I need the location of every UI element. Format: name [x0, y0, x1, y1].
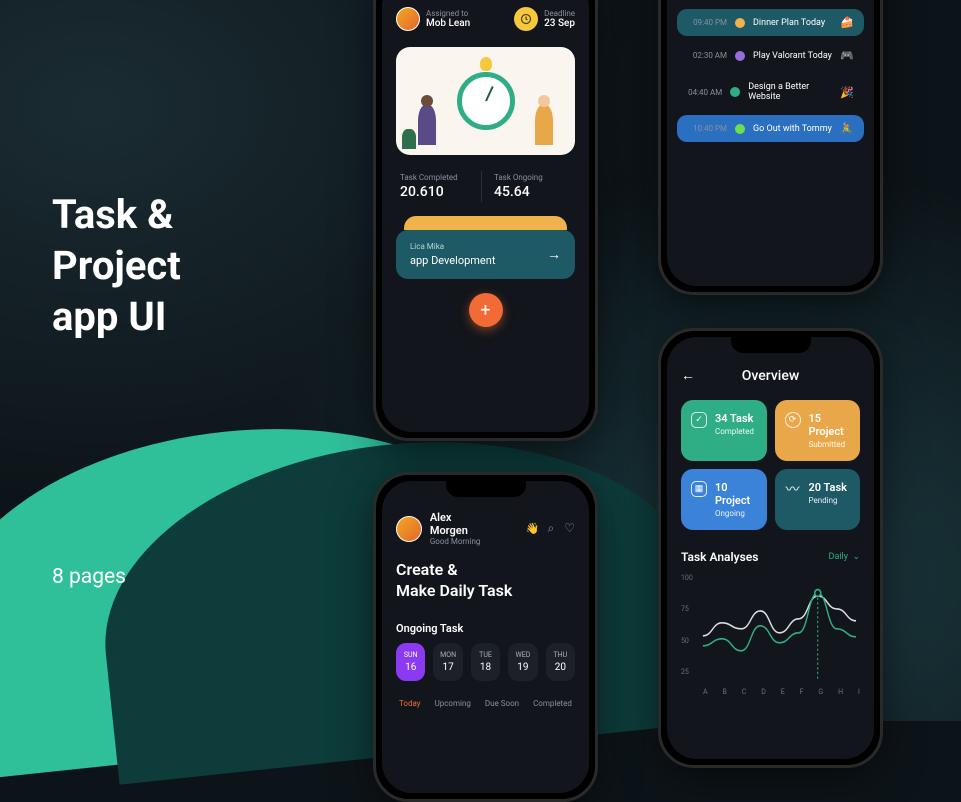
project-card[interactable]: Lica Mika app Development →	[396, 230, 575, 279]
day-number: 18	[473, 662, 498, 673]
search-icon[interactable]: ⌕	[548, 521, 555, 536]
clock-icon	[514, 7, 538, 31]
status-dot-icon	[735, 51, 745, 61]
wave-icon: 👋	[526, 522, 540, 535]
tile-label: Submitted	[809, 440, 851, 449]
phone-task-detail: Assigned to Mob Lean Deadline 23 Sep Tas…	[373, 0, 598, 441]
day-name: THU	[548, 651, 573, 659]
tile-value: 10 Project	[715, 481, 757, 507]
day-name: TUE	[473, 651, 498, 659]
phone-timeline: 11:50 AM ✓ Meetup with Boss 👥02:30 AM Ma…	[658, 0, 883, 295]
timeline-item[interactable]: 10:40 PM Go Out with Tommy 🚴	[677, 115, 864, 142]
timeline-emoji-icon: 🎮	[840, 49, 854, 62]
tab-completed[interactable]: Completed	[533, 699, 572, 708]
add-button[interactable]: +	[469, 293, 503, 327]
greeting: Good Morning	[430, 537, 492, 546]
day-pill[interactable]: THU 20	[546, 643, 575, 681]
tile-icon: ✓	[691, 412, 707, 428]
timeline-item[interactable]: 09:40 PM Dinner Plan Today 🍰	[677, 9, 864, 36]
stat-ongoing-label: Task Ongoing	[494, 173, 571, 182]
status-dot-icon	[735, 18, 745, 28]
day-pill[interactable]: SUN 16	[396, 643, 425, 681]
tab-due-soon[interactable]: Due Soon	[485, 699, 519, 708]
tile-icon: ▦	[691, 481, 707, 497]
overview-tile[interactable]: ✓ 34 Task Completed	[681, 400, 767, 461]
timeline-label: Design a Better Website	[748, 82, 832, 102]
card-back	[404, 216, 567, 230]
timeline-item[interactable]: 02:30 AM Making Creating Idea 💡	[677, 0, 864, 3]
stat-completed-value: 20.610	[400, 184, 477, 200]
status-dot-icon	[735, 124, 745, 134]
task-analyses-chart: 100755025 ABCDEFGHI	[667, 570, 874, 700]
phone-notch	[446, 481, 526, 497]
tab-upcoming[interactable]: Upcoming	[435, 699, 471, 708]
day-number: 17	[435, 662, 460, 673]
phone-overview: ← Overview ✓ 34 Task Completed⟳ 15 Proje…	[658, 328, 883, 768]
day-number: 16	[398, 662, 423, 673]
tile-label: Ongoing	[715, 509, 757, 518]
stat-completed-label: Task Completed	[400, 173, 477, 182]
overview-tile[interactable]: ▦ 10 Project Ongoing	[681, 469, 767, 530]
status-dot-icon	[730, 87, 740, 97]
chart-dropdown[interactable]: Daily ⌄	[829, 552, 860, 562]
timeline-emoji-icon: 🍰	[840, 16, 854, 29]
timeline-item[interactable]: 02:30 AM Play Valorant Today 🎮	[677, 42, 864, 69]
overview-tile[interactable]: ⟳ 15 Project Submitted	[775, 400, 861, 461]
tile-label: Completed	[715, 427, 754, 436]
timeline-emoji-icon: 🚴	[840, 122, 854, 135]
promo-title: Task & Project app UI	[52, 189, 181, 343]
phone-notch	[731, 337, 811, 353]
tile-value: 20 Task	[809, 481, 847, 494]
tile-label: Pending	[809, 496, 847, 505]
timeline-time: 04:40 AM	[687, 88, 722, 97]
deadline-label: Deadline	[544, 9, 575, 18]
day-name: SUN	[398, 651, 423, 659]
timeline-label: Go Out with Tommy	[753, 124, 832, 134]
timeline-label: Dinner Plan Today	[753, 18, 825, 28]
timeline-label: Play Valorant Today	[753, 51, 832, 61]
timeline-time: 09:40 PM	[687, 18, 727, 27]
timeline-time: 10:40 PM	[687, 124, 727, 133]
timeline-emoji-icon: 🎉	[840, 86, 854, 99]
card-owner: Lica Mika	[410, 242, 495, 251]
hero-text: Create & Make Daily Task	[382, 552, 589, 606]
user-name: Alex Morgen	[430, 511, 492, 537]
bell-icon[interactable]: ♡	[564, 521, 575, 536]
deadline-value: 23 Sep	[544, 18, 575, 29]
tab-today[interactable]: Today	[399, 699, 421, 708]
timeline-time: 02:30 AM	[687, 51, 727, 60]
tile-value: 15 Project	[809, 412, 851, 438]
promo-pages: 8 pages	[52, 565, 126, 589]
illustration	[396, 47, 575, 155]
avatar[interactable]	[396, 7, 420, 31]
day-number: 20	[548, 662, 573, 673]
tile-icon: 〰	[785, 481, 801, 497]
page-title: Overview	[681, 368, 860, 384]
day-number: 19	[510, 662, 535, 673]
day-pill[interactable]: MON 17	[433, 643, 462, 681]
timeline-item[interactable]: 04:40 AM Design a Better Website 🎉	[677, 75, 864, 109]
phone-daily-task: Alex Morgen Good Morning 👋 ⌕ ♡ Create & …	[373, 472, 598, 802]
day-pill[interactable]: TUE 18	[471, 643, 500, 681]
tile-icon: ⟳	[785, 412, 801, 428]
tile-value: 34 Task	[715, 412, 754, 425]
assigned-value: Mob Lean	[426, 18, 470, 29]
avatar[interactable]	[396, 516, 422, 542]
day-name: WED	[510, 651, 535, 659]
stat-ongoing-value: 45.64	[494, 184, 571, 200]
chart-title: Task Analyses	[681, 550, 758, 564]
section-ongoing: Ongoing Task	[382, 606, 589, 643]
overview-tile[interactable]: 〰 20 Task Pending	[775, 469, 861, 530]
arrow-right-icon: →	[547, 246, 561, 263]
assigned-label: Assigned to	[426, 9, 470, 18]
day-name: MON	[435, 651, 460, 659]
day-pill[interactable]: WED 19	[508, 643, 537, 681]
card-title: app Development	[410, 254, 495, 267]
